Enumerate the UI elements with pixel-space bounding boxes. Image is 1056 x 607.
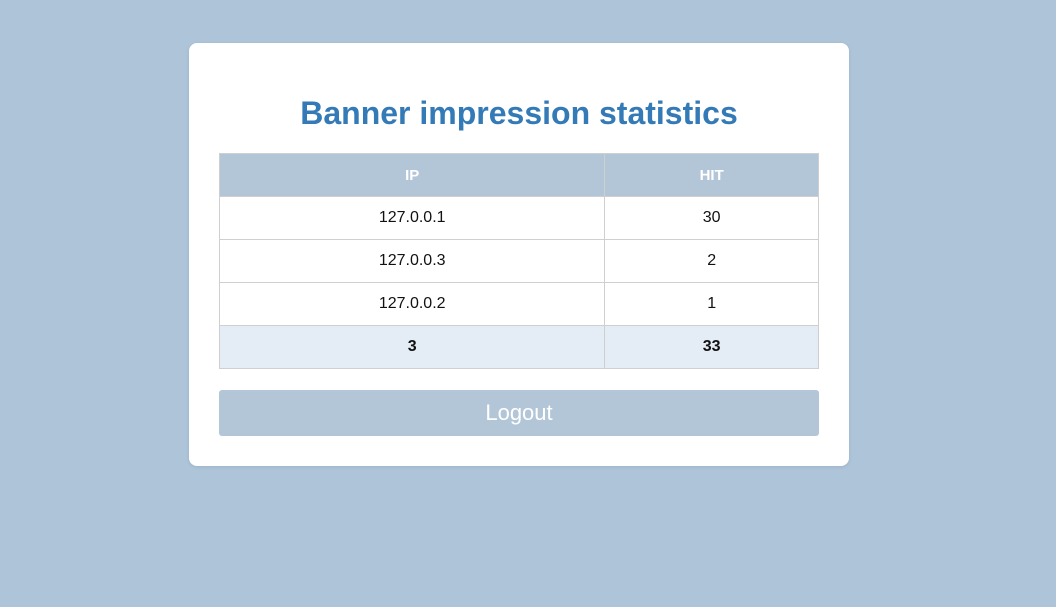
table-row: 127.0.0.1 30 [218, 196, 819, 240]
total-hit-count: 33 [604, 325, 819, 369]
column-header-ip: IP [218, 153, 606, 197]
page-title: Banner impression statistics [300, 95, 738, 131]
column-header-hit: HIT [604, 153, 819, 197]
logout-button[interactable]: Logout [219, 390, 819, 436]
cell-hit: 1 [604, 282, 819, 326]
cell-hit: 2 [604, 239, 819, 283]
table-row: 127.0.0.2 1 [218, 282, 819, 326]
table-row: 127.0.0.3 2 [218, 239, 819, 283]
cell-ip: 127.0.0.3 [218, 239, 606, 283]
table-header-row: IP HIT [218, 153, 819, 197]
cell-hit: 30 [604, 196, 819, 240]
total-ip-count: 3 [218, 325, 606, 369]
stats-table: IP HIT 127.0.0.1 30 127.0.0.3 2 127.0.0.… [218, 153, 819, 369]
stats-card: Banner impression statistics IP HIT 127.… [189, 43, 849, 466]
cell-ip: 127.0.0.2 [218, 282, 606, 326]
table-total-row: 3 33 [218, 325, 819, 369]
cell-ip: 127.0.0.1 [218, 196, 606, 240]
